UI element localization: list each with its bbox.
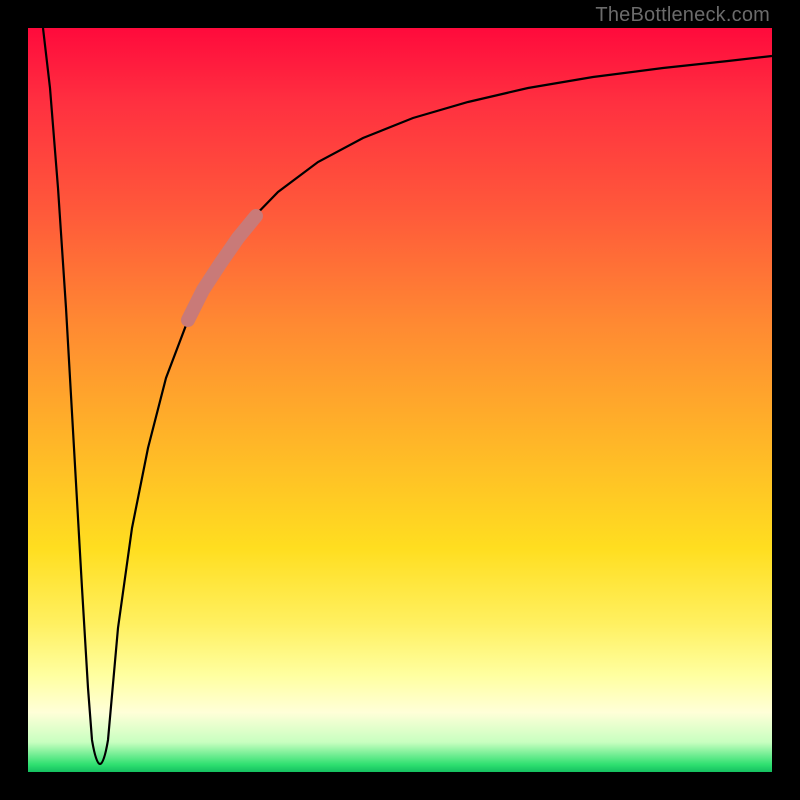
chart-frame: TheBottleneck.com — [0, 0, 800, 800]
plot-area — [28, 28, 772, 772]
highlight-segment — [188, 216, 256, 320]
bottleneck-curve — [43, 28, 772, 764]
curve-layer — [28, 28, 772, 772]
watermark-text: TheBottleneck.com — [595, 4, 770, 27]
